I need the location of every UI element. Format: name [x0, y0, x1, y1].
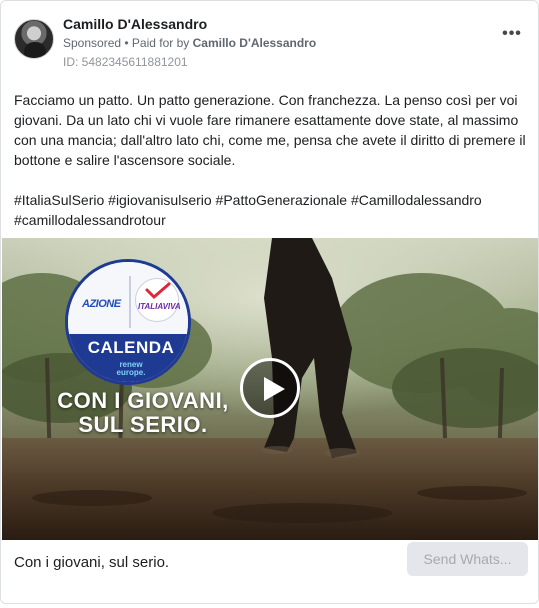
- sponsored-label: Sponsored: [63, 36, 122, 50]
- video-headline: CON I GIOVANI, SUL SERIO.: [28, 389, 258, 437]
- video-player[interactable]: AZIONE ITALIAVIVA CALENDA renew europe. …: [2, 238, 538, 540]
- more-options-icon[interactable]: •••: [500, 26, 524, 47]
- video-caption: Con i giovani, sul serio.: [14, 554, 170, 571]
- post-hashtags: #ItaliaSulSerio #igiovanisulserio #Patto…: [14, 192, 482, 228]
- separator-dot: •: [121, 36, 132, 50]
- post-header: Camillo D'Alessandro Sponsored • Paid fo…: [13, 13, 528, 73]
- avatar[interactable]: [14, 19, 54, 59]
- ad-card: Camillo D'Alessandro Sponsored • Paid fo…: [0, 0, 539, 604]
- renew-europe-text: renew europe.: [68, 361, 188, 377]
- post-body-text: Facciamo un patto. Un patto generazione.…: [14, 90, 529, 170]
- headline-line1: CON I GIOVANI,: [57, 388, 229, 413]
- paid-for-name: Camillo D'Alessandro: [192, 36, 317, 50]
- send-whatsapp-button[interactable]: Send Whats...: [407, 542, 528, 576]
- paid-for-prefix: Paid for by: [131, 36, 193, 50]
- author-name[interactable]: Camillo D'Alessandro: [63, 16, 207, 32]
- play-icon: [264, 377, 285, 401]
- italiaviva-check-icon: [145, 282, 171, 300]
- calenda-logo-text: CALENDA: [87, 338, 175, 357]
- post-message: Facciamo un patto. Un patto generazione.…: [14, 92, 526, 168]
- headline-line2: SUL SERIO.: [78, 412, 208, 437]
- play-button[interactable]: [240, 358, 300, 418]
- azione-logo-text: AZIONE: [82, 298, 121, 310]
- sponsored-line: Sponsored • Paid for by Camillo D'Alessa…: [63, 36, 316, 50]
- italiaviva-logo-text: ITALIAVIVA: [138, 302, 181, 311]
- ad-id: ID: 5482345611881201: [63, 55, 188, 69]
- renew-line2: europe.: [116, 368, 146, 377]
- ad-footer: Con i giovani, sul serio. Send Whats...: [1, 540, 538, 603]
- calenda-logo: AZIONE ITALIAVIVA CALENDA renew europe.: [65, 259, 191, 385]
